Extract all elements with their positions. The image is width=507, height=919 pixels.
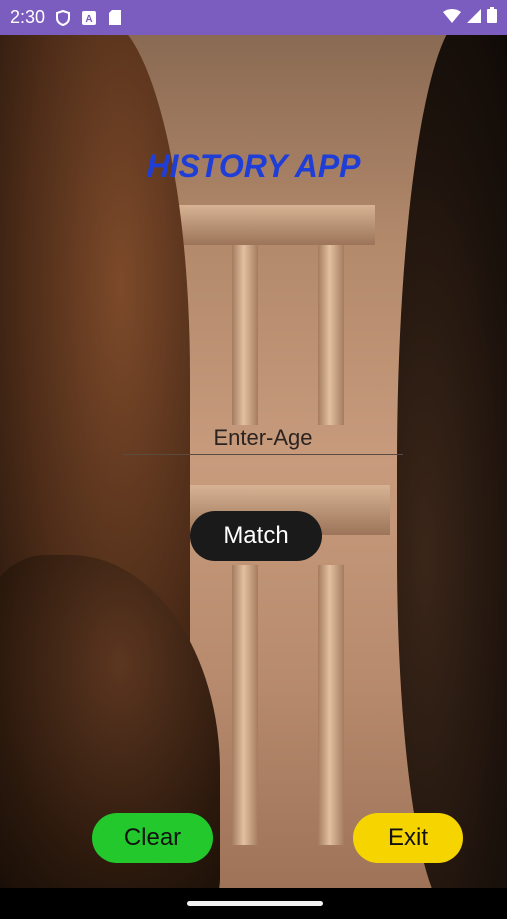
background-image: HISTORY APP Match Clear Exit bbox=[0, 35, 507, 888]
app-title: HISTORY APP bbox=[146, 148, 361, 184]
status-time: 2:30 bbox=[10, 7, 46, 27]
svg-text:A: A bbox=[85, 14, 92, 25]
navigation-bar bbox=[0, 888, 507, 919]
clear-button[interactable]: Clear bbox=[92, 813, 213, 863]
a-icon: A bbox=[81, 10, 97, 26]
facade-cornice bbox=[175, 205, 375, 245]
signal-icon bbox=[467, 7, 481, 28]
facade-pillar bbox=[232, 565, 258, 845]
facade-pillar bbox=[318, 245, 344, 425]
sdcard-icon bbox=[107, 10, 123, 26]
shield-icon bbox=[55, 9, 71, 26]
age-input[interactable] bbox=[123, 415, 403, 455]
status-bar: 2:30 A bbox=[0, 0, 507, 35]
facade-pillar bbox=[318, 565, 344, 845]
battery-icon bbox=[487, 7, 497, 28]
home-gesture-handle[interactable] bbox=[187, 901, 323, 906]
exit-button[interactable]: Exit bbox=[353, 813, 463, 863]
facade-pillar bbox=[232, 245, 258, 425]
match-button[interactable]: Match bbox=[190, 511, 322, 561]
wifi-icon bbox=[443, 7, 461, 28]
